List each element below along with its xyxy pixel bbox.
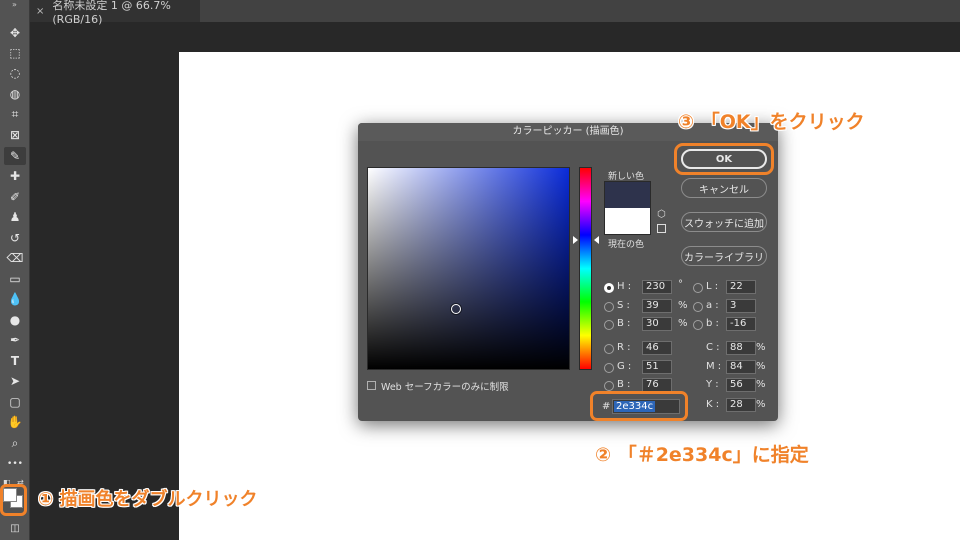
dodge-tool-icon[interactable]: ● — [4, 311, 26, 329]
input-y[interactable]: 56 — [726, 378, 756, 392]
frame-tool-icon[interactable]: ⊠ — [4, 126, 26, 144]
radio-a[interactable] — [693, 302, 703, 312]
current-color-label: 現在の色 — [608, 240, 645, 250]
input-g[interactable]: 51 — [642, 360, 672, 374]
pen-tool-icon[interactable]: ✒ — [4, 331, 26, 349]
input-b-brightness[interactable]: 30 — [642, 317, 672, 331]
websafe-checkbox[interactable] — [367, 381, 376, 390]
label-l: L : — [706, 281, 719, 292]
more-tools-icon[interactable]: ••• — [4, 455, 26, 473]
label-a: a : — [706, 300, 719, 311]
input-s[interactable]: 39 — [642, 299, 672, 313]
healing-brush-tool-icon[interactable]: ✚ — [4, 167, 26, 185]
type-tool-icon[interactable]: T — [4, 352, 26, 370]
input-h[interactable]: 230 — [642, 280, 672, 294]
label-c: C : — [706, 342, 720, 353]
gamut-warning-cube-icon[interactable]: ⬡ — [657, 210, 667, 220]
photoshop-workspace: » ✥ ⬚ ◌ ◍ ⌗ ⊠ ✎ ✚ ✐ ♟ ↺ ⌫ ▭ 💧 ● ✒ T ➤ ▢ … — [0, 0, 960, 540]
unit-k: % — [756, 399, 766, 410]
unit-c: % — [756, 342, 766, 353]
move-tool-icon[interactable]: ✥ — [4, 24, 26, 42]
close-tab-icon[interactable]: × — [36, 6, 44, 17]
radio-g[interactable] — [604, 363, 614, 373]
brush-tool-icon[interactable]: ✐ — [4, 188, 26, 206]
color-field[interactable] — [367, 167, 570, 370]
shape-tool-icon[interactable]: ▢ — [4, 393, 26, 411]
radio-s[interactable] — [604, 302, 614, 312]
add-to-swatches-button[interactable]: スウォッチに追加 — [681, 212, 767, 232]
input-l[interactable]: 22 — [726, 280, 756, 294]
label-m: M : — [706, 361, 722, 372]
radio-b-blue[interactable] — [604, 381, 614, 391]
hand-tool-icon[interactable]: ✋ — [4, 413, 26, 431]
annotation-step-3: ③ 「OK」をクリック — [678, 111, 865, 133]
lasso-tool-icon[interactable]: ◌ — [4, 64, 26, 82]
unit-m: % — [756, 361, 766, 372]
foreground-color-swatch[interactable] — [3, 488, 17, 502]
label-r: R : — [617, 342, 631, 353]
new-color-preview — [605, 182, 650, 208]
panel-collapse-icon[interactable]: » — [12, 0, 17, 10]
unit-s: % — [678, 300, 688, 311]
input-b-lab[interactable]: -16 — [726, 317, 756, 331]
cancel-button[interactable]: キャンセル — [681, 178, 767, 198]
label-s: S : — [617, 300, 630, 311]
annotation-step-2: ② 「＃2e334c」に指定 — [595, 444, 809, 466]
label-b-blue: B : — [617, 379, 631, 390]
tools-panel: » ✥ ⬚ ◌ ◍ ⌗ ⊠ ✎ ✚ ✐ ♟ ↺ ⌫ ▭ 💧 ● ✒ T ➤ ▢ … — [0, 0, 30, 540]
unit-b-brightness: % — [678, 318, 688, 329]
blur-tool-icon[interactable]: 💧 — [4, 290, 26, 308]
radio-b-brightness[interactable] — [604, 320, 614, 330]
websafe-label: Web セーフカラーのみに制限 — [381, 382, 509, 393]
label-b-brightness: B : — [617, 318, 631, 329]
radio-l[interactable] — [693, 283, 703, 293]
radio-h[interactable] — [604, 283, 614, 293]
radio-b-lab[interactable] — [693, 320, 703, 330]
input-a[interactable]: 3 — [726, 299, 756, 313]
eraser-tool-icon[interactable]: ⌫ — [4, 249, 26, 267]
hue-slider[interactable] — [579, 167, 592, 370]
quick-mask-icon[interactable]: ◫ — [4, 519, 26, 537]
hex-highlight-frame — [590, 391, 688, 421]
document-tab[interactable]: × 名称未設定 1 @ 66.7% (RGB/16) — [30, 0, 200, 26]
input-k[interactable]: 28 — [726, 398, 756, 412]
hue-slider-arrow-left[interactable] — [573, 236, 578, 244]
zoom-tool-icon[interactable]: ⌕ — [4, 434, 26, 452]
quick-select-tool-icon[interactable]: ◍ — [4, 85, 26, 103]
unit-h: ° — [678, 279, 683, 290]
input-m[interactable]: 84 — [726, 360, 756, 374]
color-libraries-button[interactable]: カラーライブラリ — [681, 246, 767, 266]
websafe-swatch-icon[interactable] — [657, 224, 666, 233]
label-h: H : — [617, 281, 632, 292]
document-tab-bar: × 名称未設定 1 @ 66.7% (RGB/16) — [30, 0, 960, 26]
stamp-tool-icon[interactable]: ♟ — [4, 208, 26, 226]
annotation-step-1: ① 描画色をダブルクリック — [38, 489, 258, 510]
document-tab-title: 名称未設定 1 @ 66.7% (RGB/16) — [52, 0, 171, 26]
color-picker-handle[interactable] — [451, 304, 461, 314]
gradient-tool-icon[interactable]: ▭ — [4, 270, 26, 288]
label-b-lab: b : — [706, 318, 719, 329]
label-g: G : — [617, 361, 632, 372]
crop-tool-icon[interactable]: ⌗ — [4, 105, 26, 123]
path-select-tool-icon[interactable]: ➤ — [4, 372, 26, 390]
current-color-preview[interactable] — [605, 208, 650, 234]
hue-slider-arrow-right[interactable] — [594, 236, 599, 244]
input-b-blue[interactable]: 76 — [642, 378, 672, 392]
ok-highlight-frame — [674, 143, 774, 175]
input-c[interactable]: 88 — [726, 341, 756, 355]
label-k: K : — [706, 399, 720, 410]
eyedropper-tool-icon[interactable]: ✎ — [4, 147, 26, 165]
color-preview — [604, 181, 651, 235]
color-picker-dialog: カラーピッカー (描画色) 新しい色 現在の色 ⬡ OK キャンセル スウォッチ… — [358, 123, 778, 421]
label-y: Y : — [706, 379, 719, 390]
radio-r[interactable] — [604, 344, 614, 354]
input-r[interactable]: 46 — [642, 341, 672, 355]
history-brush-tool-icon[interactable]: ↺ — [4, 229, 26, 247]
unit-y: % — [756, 379, 766, 390]
marquee-tool-icon[interactable]: ⬚ — [4, 44, 26, 62]
